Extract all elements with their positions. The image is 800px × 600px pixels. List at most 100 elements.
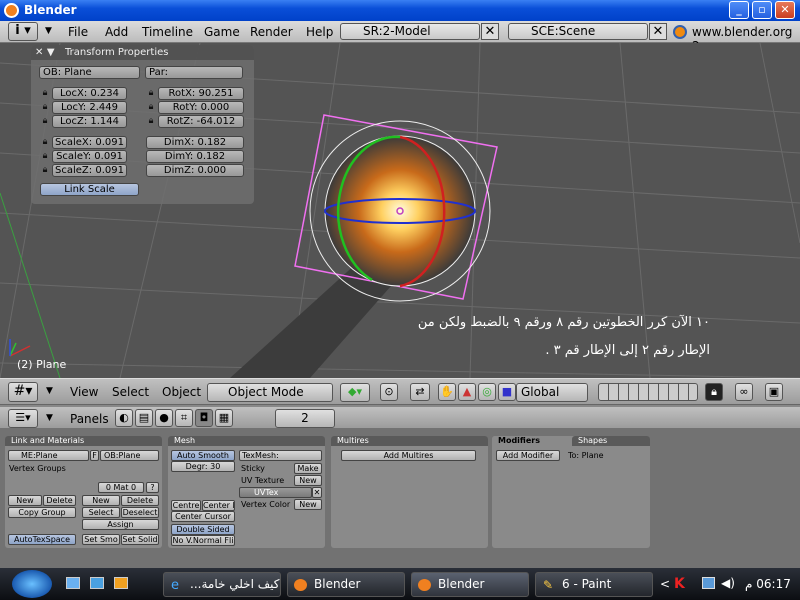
maximize-button[interactable]: ▫ (752, 1, 772, 19)
lock-icon[interactable]: 🔒︎ (40, 165, 50, 177)
script-icon[interactable]: ▤ (135, 409, 153, 427)
mat-new-button[interactable]: New (82, 495, 120, 506)
layer-icon[interactable]: ⇄ (410, 383, 430, 401)
editing-icon[interactable]: ◘ (195, 409, 213, 427)
tray-chevron-icon[interactable]: < (660, 577, 670, 591)
hand-icon[interactable]: ✋ (438, 383, 456, 401)
vgroup-new-button[interactable]: New (8, 495, 42, 506)
minimize-button[interactable]: _ (729, 1, 749, 19)
panels-menu[interactable]: Panels (70, 412, 109, 426)
vertex-color-new-button[interactable]: New (294, 499, 322, 510)
rotate-icon[interactable]: ◎ (478, 383, 496, 401)
menu-help[interactable]: Help (306, 25, 333, 39)
roty-field[interactable]: RotY: 0.000 (158, 101, 244, 114)
scene-selector[interactable]: SCE:Scene (508, 23, 648, 40)
autotexspace-toggle[interactable]: AutoTexSpace (8, 534, 76, 545)
locz-field[interactable]: LocZ: 1.144 (52, 115, 127, 128)
scalex-field[interactable]: ScaleX: 0.091 (52, 136, 127, 149)
uvtex-delete-icon[interactable]: ✕ (312, 487, 322, 498)
lock-icon[interactable]: 🔒︎ (146, 102, 156, 114)
add-modifier-button[interactable]: Add Modifier (496, 450, 560, 461)
menu-game[interactable]: Game (204, 25, 240, 39)
link-scale-toggle[interactable]: Link Scale (40, 183, 139, 196)
add-multires-button[interactable]: Add Multires (341, 450, 476, 461)
no-vnormal-flip-toggle[interactable]: No V.Normal Fli (171, 535, 235, 546)
switch-windows-icon[interactable] (90, 577, 104, 589)
object-name-field[interactable]: OB:Plane (100, 450, 159, 461)
object-icon[interactable]: ⌗ (175, 409, 193, 427)
rotx-field[interactable]: RotX: 90.251 (158, 87, 244, 100)
translate-icon[interactable]: ▲ (458, 383, 476, 401)
menu-render[interactable]: Render (250, 25, 293, 39)
screen-selector[interactable]: SR:2-Model (340, 23, 480, 40)
set-smooth-button[interactable]: Set Smo (82, 534, 120, 545)
menu-add[interactable]: Add (105, 25, 128, 39)
centre-new-button[interactable]: Center Ne (202, 500, 235, 511)
collapse-icon[interactable]: ▼ (46, 386, 53, 396)
collapse-icon[interactable]: ▼ (46, 413, 53, 423)
sticky-make-button[interactable]: Make (294, 463, 322, 474)
panel-close-icon[interactable]: ✕ ▼ (35, 45, 55, 60)
grid-editor-icon[interactable]: #▾ (8, 382, 38, 402)
antivirus-icon[interactable]: K (674, 576, 685, 592)
double-sided-toggle[interactable]: Double Sided (171, 524, 235, 535)
mat-assign-button[interactable]: Assign (82, 519, 159, 530)
mode-selector[interactable]: Object Mode (207, 383, 333, 402)
centre-cursor-button[interactable]: Center Cursor (171, 511, 235, 522)
lock-icon[interactable]: 🔒︎ (40, 151, 50, 163)
buttons-editor-icon[interactable]: ☰▾ (8, 409, 38, 428)
vgroup-delete-button[interactable]: Delete (43, 495, 76, 506)
pivot-icon[interactable]: ⊙ (380, 383, 398, 401)
logic-icon[interactable]: ◐ (115, 409, 133, 427)
frame-field[interactable]: 2 (275, 409, 335, 428)
shading-icon[interactable]: ● (155, 409, 173, 427)
scalez-field[interactable]: ScaleZ: 0.091 (52, 164, 127, 177)
mesh-name-field[interactable]: ME:Plane (8, 450, 89, 461)
texmesh-field[interactable]: TexMesh: (239, 450, 322, 461)
layer-buttons[interactable] (598, 383, 698, 401)
material-query-button[interactable]: ? (146, 482, 159, 493)
dimy-field[interactable]: DimY: 0.182 (146, 150, 244, 163)
scene-icon[interactable]: ▦ (215, 409, 233, 427)
draw-type-icon[interactable]: ◆▾ (340, 383, 370, 402)
ob-name-field[interactable]: OB: Plane (39, 66, 140, 79)
link-icon[interactable]: ∞ (735, 383, 753, 401)
lock-icon[interactable]: 🔒︎ (40, 137, 50, 149)
show-desktop-icon[interactable] (66, 577, 80, 589)
uv-texture-new-button[interactable]: New (294, 475, 322, 486)
object-menu[interactable]: Object (162, 385, 201, 399)
material-index-field[interactable]: 0 Mat 0 (98, 482, 144, 493)
degree-field[interactable]: Degr: 30 (171, 461, 235, 472)
collapse-icon[interactable]: ▼ (45, 26, 52, 36)
select-menu[interactable]: Select (112, 385, 149, 399)
parent-field[interactable]: Par: (145, 66, 243, 79)
close-button[interactable]: ✕ (775, 1, 795, 19)
view-menu[interactable]: View (70, 385, 98, 399)
lock-icon[interactable]: 🔒︎ (146, 88, 156, 100)
lock-icon[interactable]: 🔒︎ (705, 383, 723, 401)
mat-delete-button[interactable]: Delete (121, 495, 159, 506)
scaley-field[interactable]: ScaleY: 0.091 (52, 150, 127, 163)
menu-timeline[interactable]: Timeline (142, 25, 193, 39)
scene-delete-button[interactable]: ✕ (649, 23, 667, 40)
dimz-field[interactable]: DimZ: 0.000 (146, 164, 244, 177)
tab-modifiers[interactable]: Modifiers (492, 436, 572, 446)
lock-icon[interactable]: 🔒︎ (40, 102, 50, 114)
fake-user-button[interactable]: F (90, 450, 99, 461)
copy-group-button[interactable]: Copy Group (8, 507, 76, 518)
render-icon[interactable]: ▣ (765, 383, 783, 401)
uvtex-layer[interactable]: UVTex (239, 487, 312, 498)
info-icon[interactable]: i ▾ (8, 22, 38, 41)
start-button[interactable] (12, 570, 52, 598)
menu-file[interactable]: File (68, 25, 88, 39)
auto-smooth-toggle[interactable]: Auto Smooth (171, 450, 235, 461)
orientation-selector[interactable]: Global (516, 383, 588, 402)
locx-field[interactable]: LocX: 0.234 (52, 87, 127, 100)
network-icon[interactable] (702, 577, 715, 589)
locy-field[interactable]: LocY: 2.449 (52, 101, 127, 114)
tab-shapes[interactable]: Shapes (572, 436, 650, 446)
lock-icon[interactable]: 🔒︎ (40, 116, 50, 128)
screen-delete-button[interactable]: ✕ (481, 23, 499, 40)
mat-deselect-button[interactable]: Deselect (121, 507, 159, 518)
set-solid-button[interactable]: Set Solid (121, 534, 159, 545)
